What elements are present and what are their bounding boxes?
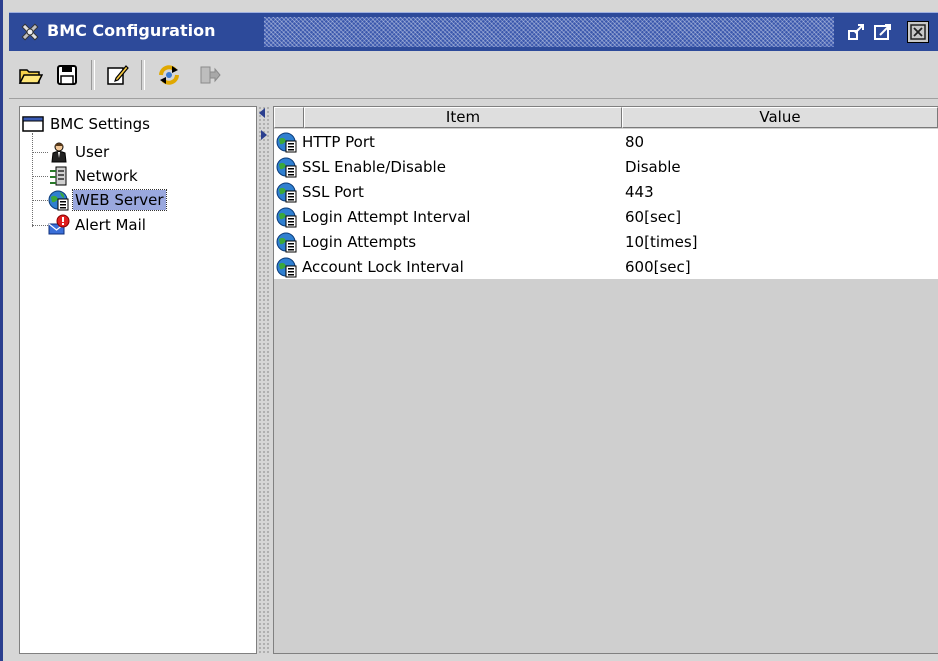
toolbar bbox=[9, 54, 938, 99]
row-item-label: Account Lock Interval bbox=[302, 257, 464, 276]
row-item-label: SSL Enable/Disable bbox=[302, 157, 446, 176]
web-setting-icon bbox=[276, 132, 297, 152]
tree-item-web-server[interactable]: WEB Server bbox=[32, 188, 167, 212]
settings-table: Item Value HTTP Port 80 SSL Enable/Disab… bbox=[273, 106, 938, 654]
bmc-configuration-window: BMC Configuration BMC Settings User Netw… bbox=[0, 0, 938, 661]
row-item-label: HTTP Port bbox=[302, 132, 375, 151]
tree-item-alert-mail[interactable]: Alert Mail bbox=[32, 213, 148, 237]
window-title: BMC Configuration bbox=[47, 21, 216, 40]
row-value[interactable]: 600[sec] bbox=[622, 258, 938, 276]
table-body: HTTP Port 80 SSL Enable/Disable Disable bbox=[274, 129, 938, 279]
column-header-item[interactable]: Item bbox=[304, 107, 622, 128]
web-server-icon bbox=[48, 190, 69, 211]
web-setting-icon bbox=[276, 257, 297, 277]
row-value[interactable]: 80 bbox=[622, 133, 938, 151]
tree-item-label: Network bbox=[75, 167, 138, 185]
table-row[interactable]: Login Attempt Interval 60[sec] bbox=[274, 204, 938, 229]
settings-tree: BMC Settings User Network WEB Server Ale… bbox=[19, 106, 257, 654]
table-header-corner bbox=[274, 107, 304, 128]
folder-icon bbox=[22, 116, 44, 132]
tree-root-label: BMC Settings bbox=[50, 115, 150, 133]
minimize-icon[interactable] bbox=[847, 22, 867, 42]
web-setting-icon bbox=[276, 182, 297, 202]
row-value[interactable]: Disable bbox=[622, 158, 938, 176]
title-bar-pattern bbox=[264, 17, 834, 47]
expand-right-arrow-icon[interactable] bbox=[261, 130, 267, 140]
panel-splitter[interactable] bbox=[258, 106, 270, 654]
tree-item-label: User bbox=[75, 143, 110, 161]
tree-root[interactable]: BMC Settings bbox=[22, 113, 150, 135]
row-item-label: Login Attempts bbox=[302, 232, 417, 251]
folder-open-icon[interactable] bbox=[17, 62, 43, 88]
exit-icon[interactable] bbox=[197, 62, 223, 88]
tree-item-user[interactable]: User bbox=[32, 140, 111, 164]
web-setting-icon bbox=[276, 207, 297, 227]
edit-icon[interactable] bbox=[104, 62, 130, 88]
title-bar[interactable]: BMC Configuration bbox=[9, 12, 938, 51]
alert-mail-icon bbox=[48, 214, 70, 235]
table-row[interactable]: Account Lock Interval 600[sec] bbox=[274, 254, 938, 279]
save-icon[interactable] bbox=[54, 62, 80, 88]
web-setting-icon bbox=[276, 157, 297, 177]
tree-item-label: Alert Mail bbox=[75, 216, 146, 234]
tools-icon bbox=[21, 23, 39, 41]
row-value[interactable]: 443 bbox=[622, 183, 938, 201]
table-header: Item Value bbox=[274, 107, 938, 129]
row-item-label: SSL Port bbox=[302, 182, 364, 201]
table-row[interactable]: Login Attempts 10[times] bbox=[274, 229, 938, 254]
web-setting-icon bbox=[276, 232, 297, 252]
row-item-label: Login Attempt Interval bbox=[302, 207, 471, 226]
row-value[interactable]: 10[times] bbox=[622, 233, 938, 251]
table-row[interactable]: SSL Port 443 bbox=[274, 179, 938, 204]
user-icon bbox=[51, 142, 67, 163]
maximize-icon[interactable] bbox=[873, 22, 893, 42]
toolbar-separator bbox=[91, 60, 95, 90]
table-row[interactable]: HTTP Port 80 bbox=[274, 129, 938, 154]
network-icon bbox=[50, 166, 67, 186]
toolbar-separator bbox=[141, 60, 145, 90]
tree-item-network[interactable]: Network bbox=[32, 164, 140, 188]
close-icon[interactable] bbox=[907, 21, 929, 43]
column-header-value[interactable]: Value bbox=[622, 107, 938, 128]
tree-item-label: WEB Server bbox=[72, 189, 167, 211]
row-value[interactable]: 60[sec] bbox=[622, 208, 938, 226]
refresh-icon[interactable] bbox=[156, 62, 182, 88]
table-row[interactable]: SSL Enable/Disable Disable bbox=[274, 154, 938, 179]
collapse-left-arrow-icon[interactable] bbox=[259, 108, 265, 118]
